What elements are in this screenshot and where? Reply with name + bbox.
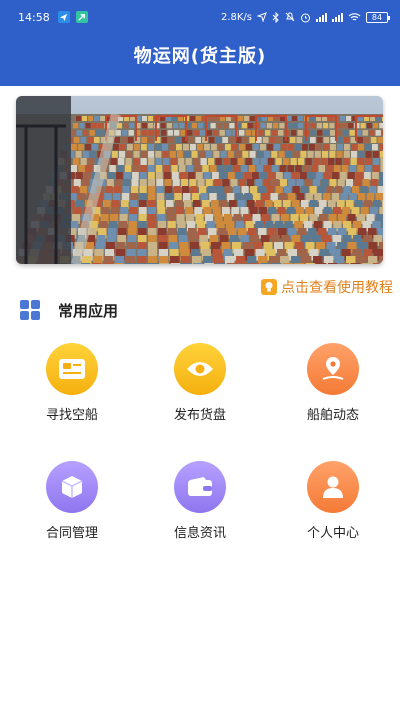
eye-icon xyxy=(174,343,226,395)
person-icon xyxy=(307,461,359,513)
alarm-icon xyxy=(301,13,310,22)
app-label: 发布货盘 xyxy=(173,408,226,423)
lightbulb-icon xyxy=(261,279,277,295)
net-speed: 2.8K/s xyxy=(220,11,252,23)
tutorial-label: 点击查看使用教程 xyxy=(281,280,393,296)
telegram-icon xyxy=(57,11,70,23)
banner-image[interactable] xyxy=(16,96,383,264)
app-personal-center[interactable]: 个人中心 xyxy=(278,461,388,541)
app-label: 信息资讯 xyxy=(173,526,226,541)
wifi-icon xyxy=(348,13,361,21)
section-title: 常用应用 xyxy=(58,301,119,320)
grid-icon xyxy=(20,300,40,320)
battery-icon: 84 xyxy=(366,11,390,23)
app-label: 合同管理 xyxy=(45,526,98,541)
signal-icon xyxy=(316,12,327,22)
cube-icon xyxy=(46,461,98,513)
status-bar: 14:58 2.8K/s 84 xyxy=(0,0,400,34)
app-label: 船舶动态 xyxy=(306,408,359,423)
status-time: 14:58 xyxy=(18,10,50,24)
app-news[interactable]: 信息资讯 xyxy=(145,461,255,541)
app-contract-management[interactable]: 合同管理 xyxy=(17,461,127,541)
send-icon xyxy=(75,11,88,23)
status-indicators: 2.8K/s 84 xyxy=(220,11,390,23)
id-card-icon xyxy=(46,343,98,395)
app-label: 寻找空船 xyxy=(45,408,98,423)
app-publish-cargo[interactable]: 发布货盘 xyxy=(145,343,255,423)
app-find-empty-ship[interactable]: 寻找空船 xyxy=(17,343,127,423)
location-arrow-icon xyxy=(257,12,267,22)
wallet-icon xyxy=(174,461,226,513)
tutorial-link[interactable]: 点击查看使用教程 xyxy=(261,278,393,296)
signal-icon-2 xyxy=(332,12,343,22)
section-header: 常用应用 xyxy=(20,299,118,321)
container-port-photo xyxy=(16,96,383,264)
mute-bell-icon xyxy=(285,12,295,22)
app-header: 14:58 2.8K/s 84 物运网(货主版) xyxy=(0,0,400,86)
app-ship-status[interactable]: 船舶动态 xyxy=(278,343,388,423)
app-label: 个人中心 xyxy=(306,526,359,541)
bluetooth-icon xyxy=(272,11,279,23)
location-pin-icon xyxy=(307,343,359,395)
page-title: 物运网(货主版) xyxy=(133,46,267,67)
